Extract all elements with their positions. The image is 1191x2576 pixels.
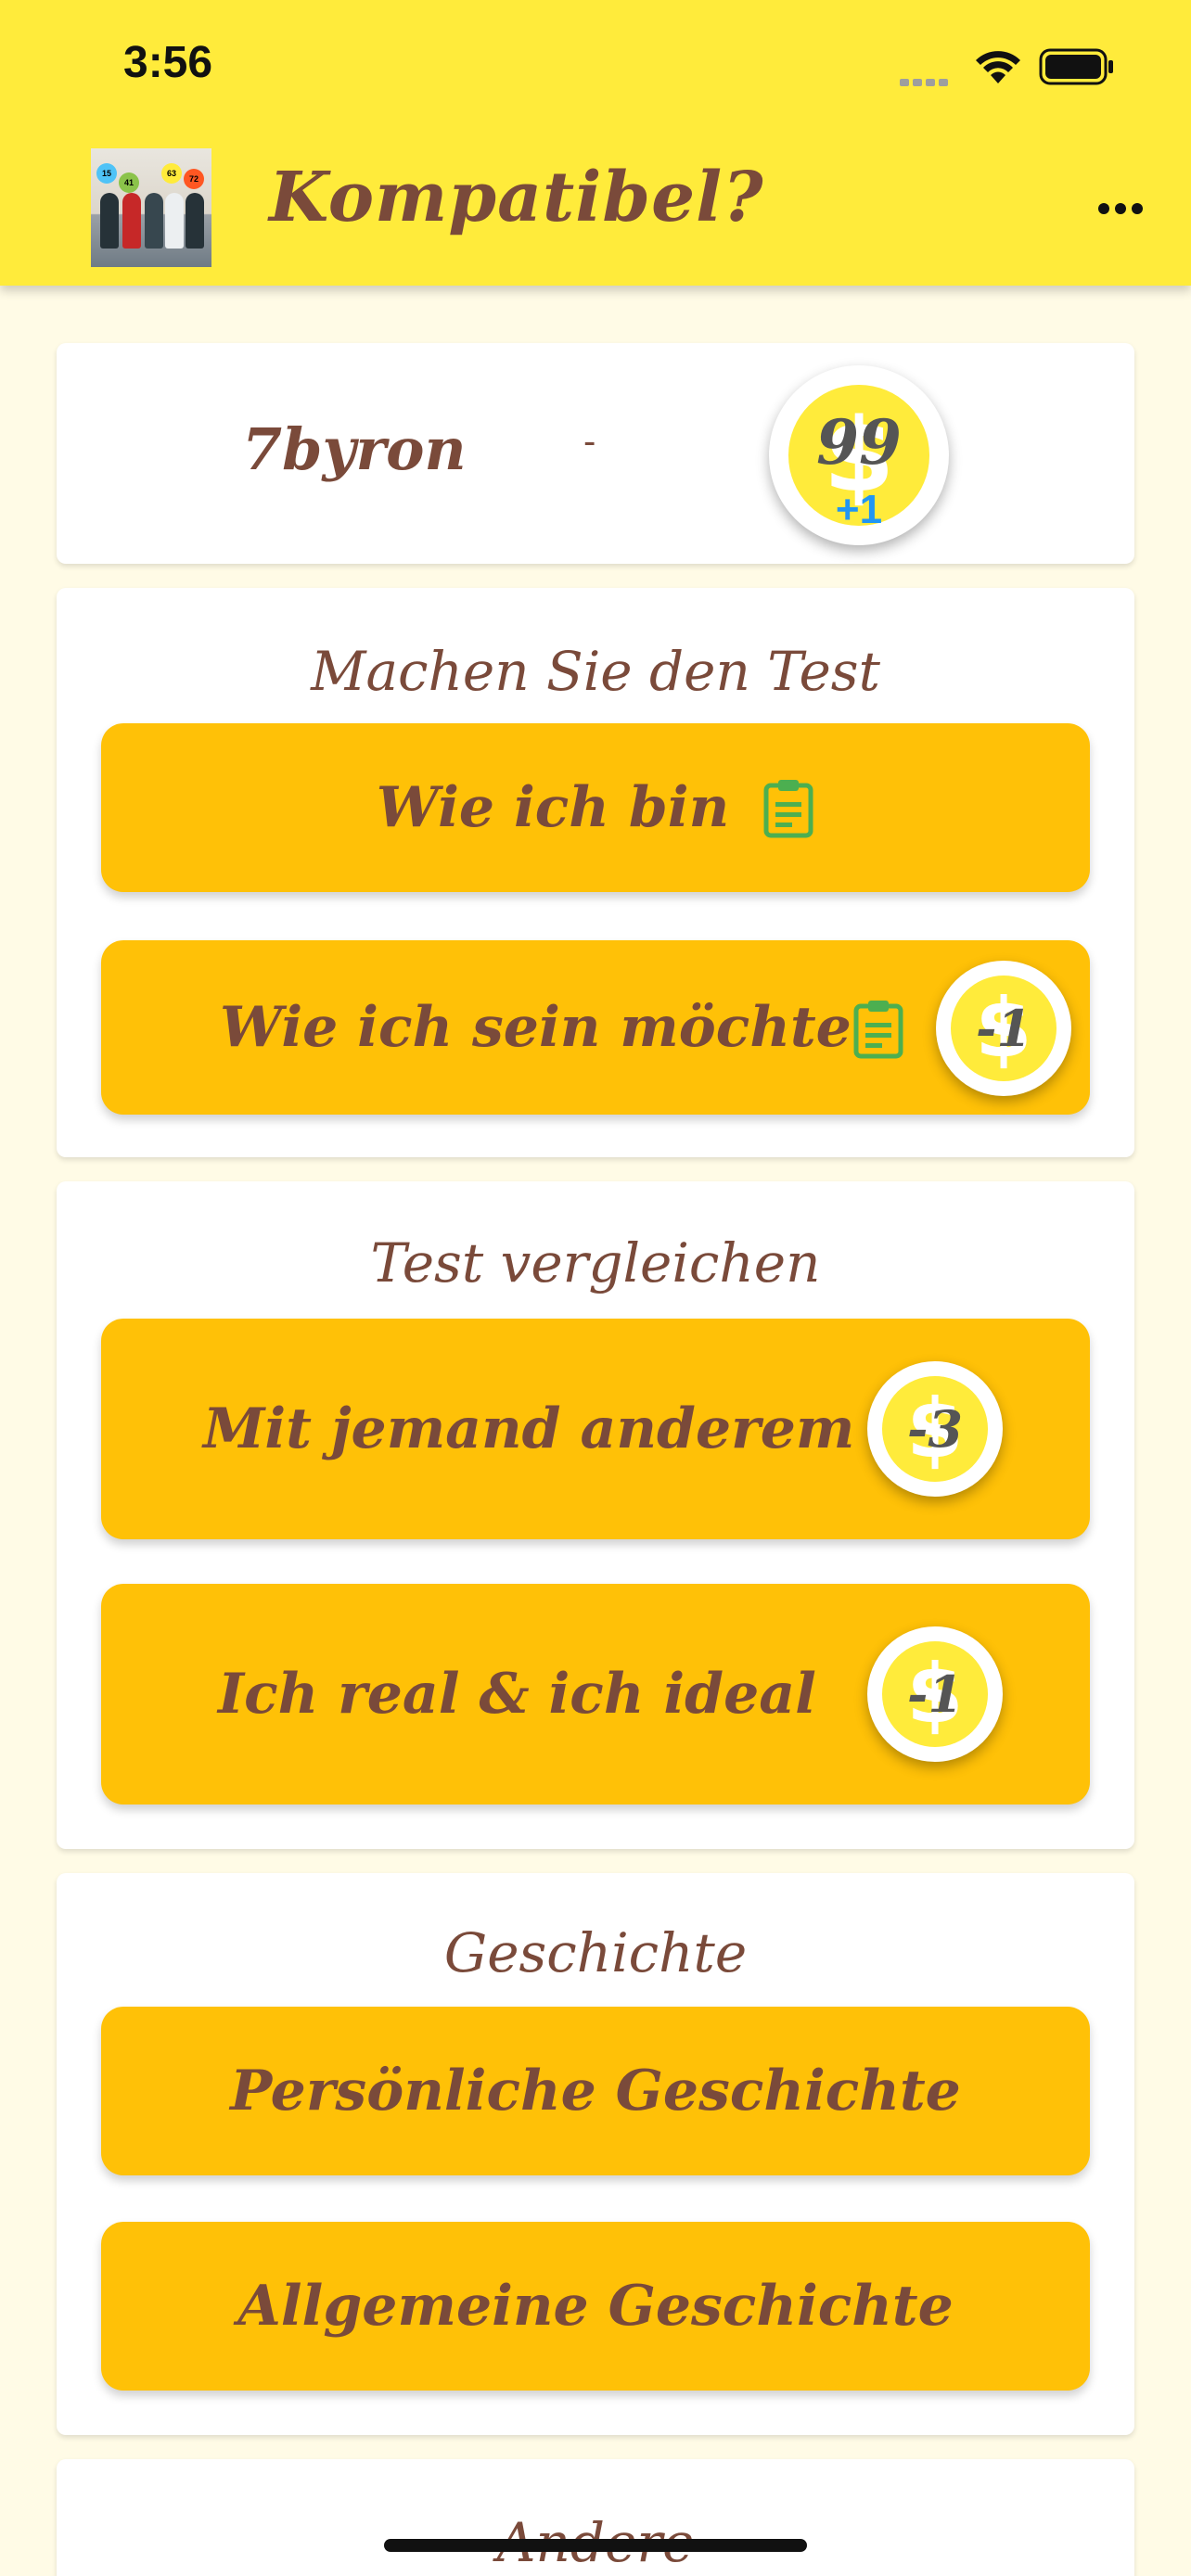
button-label: Persönliche Geschichte — [230, 2059, 961, 2123]
button-label: Wie ich bin — [376, 775, 730, 840]
wifi-icon — [976, 51, 1020, 83]
personal-history-button[interactable]: Persönliche Geschichte — [101, 2007, 1090, 2175]
status-time: 3:56 — [123, 38, 213, 87]
coin-cost: $ -1 — [867, 1626, 1003, 1762]
profile-separator: - — [583, 421, 596, 462]
coin-cost-value: -3 — [907, 1399, 963, 1459]
button-label: Ich real & ich ideal — [218, 1662, 816, 1727]
other-section-card: Andere — [57, 2459, 1134, 2576]
avatar[interactable]: 15 41 63 72 — [91, 148, 211, 267]
coin-cost: $ -3 — [867, 1361, 1003, 1497]
profile-card: 7byron - $ 99 +1 — [57, 343, 1134, 564]
compare-real-ideal-button[interactable]: Ich real & ich ideal $ -1 — [101, 1584, 1090, 1804]
section-title-test: Machen Sie den Test — [311, 640, 880, 703]
coin-cost: $ -1 — [936, 961, 1071, 1096]
avatar-ball: 41 — [119, 172, 139, 193]
general-history-button[interactable]: Allgemeine Geschichte — [101, 2222, 1090, 2391]
battery-icon — [1039, 48, 1113, 85]
compare-other-button[interactable]: Mit jemand anderem $ -3 — [101, 1319, 1090, 1539]
coin-balance[interactable]: $ 99 +1 — [769, 365, 949, 545]
history-section-card: Geschichte Persönliche Geschichte Allgem… — [57, 1873, 1134, 2435]
section-title-history: Geschichte — [443, 1921, 748, 1984]
button-label: Mit jemand anderem — [203, 1396, 855, 1461]
coin-cost-value: -1 — [907, 1664, 963, 1724]
button-label: Allgemeine Geschichte — [237, 2274, 954, 2339]
avatar-ball: 72 — [184, 169, 204, 189]
home-indicator — [384, 2539, 807, 2552]
cellular-signal-icon — [900, 74, 957, 86]
app-header: 3:56 15 41 63 72 Kompatibel? — [0, 0, 1191, 286]
button-label: Wie ich sein möchte — [220, 995, 852, 1060]
take-test-real-button[interactable]: Wie ich bin — [101, 723, 1090, 892]
avatar-ball: 63 — [161, 163, 182, 184]
clipboard-icon — [763, 780, 813, 838]
more-menu-icon[interactable] — [1098, 202, 1150, 215]
compare-section-card: Test vergleichen Mit jemand anderem $ -3… — [57, 1181, 1134, 1849]
clipboard-icon — [853, 1001, 903, 1059]
coin-cost-value: -1 — [976, 999, 1031, 1058]
username: 7byron — [242, 415, 467, 483]
section-title-compare: Test vergleichen — [370, 1231, 821, 1294]
test-section-card: Machen Sie den Test Wie ich bin Wie ich … — [57, 588, 1134, 1157]
coin-count: 99 — [816, 406, 902, 478]
take-test-ideal-button[interactable]: Wie ich sein möchte $ -1 — [101, 940, 1090, 1115]
app-title: Kompatibel? — [269, 158, 764, 237]
avatar-ball: 15 — [96, 163, 117, 184]
coin-bonus: +1 — [835, 487, 883, 533]
